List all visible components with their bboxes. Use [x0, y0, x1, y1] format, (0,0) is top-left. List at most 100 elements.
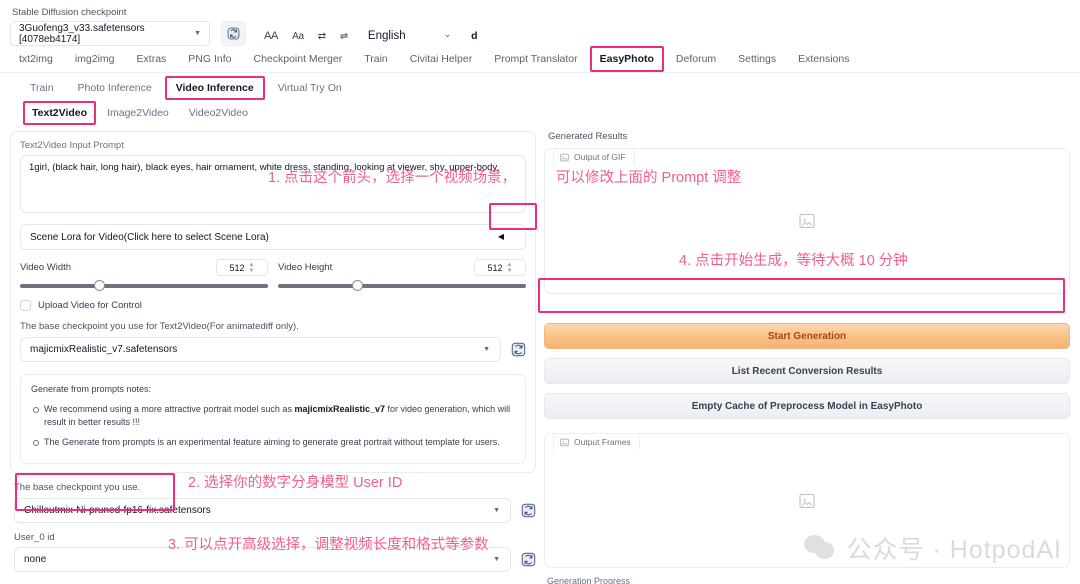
image-icon: [560, 153, 569, 161]
chevron-down-icon: ▼: [493, 556, 500, 563]
easyphoto-app: Stable Diffusion checkpoint 3Guofeng3_v3…: [0, 0, 1080, 584]
tab-settings[interactable]: Settings: [727, 49, 787, 69]
chevron-down-icon: ▼: [493, 507, 500, 514]
video-height-group: Video Height 512 ▲ ▼: [278, 259, 526, 291]
output-frames-tag: Output Frames: [553, 433, 640, 450]
left-column: Text2Video Input Prompt 1girl, (black ha…: [10, 131, 536, 584]
top-toolbar: Stable Diffusion checkpoint 3Guofeng3_v3…: [0, 0, 1080, 46]
easyphoto-sub-tab-bar: Train Photo Inference Video Inference Vi…: [0, 75, 1080, 101]
image-placeholder-icon: [799, 214, 815, 228]
video-height-stepper[interactable]: 512 ▲ ▼: [474, 259, 526, 276]
sub-tab-video-inference[interactable]: Video Inference: [164, 76, 266, 100]
empty-cache-button[interactable]: Empty Cache of Preprocess Model in EasyP…: [544, 393, 1070, 419]
tab-png-info[interactable]: PNG Info: [177, 49, 242, 69]
tab-img2img[interactable]: img2img: [64, 49, 126, 69]
scene-lora-expand-arrow-icon[interactable]: ◀: [479, 227, 523, 246]
video-height-slider[interactable]: [278, 280, 526, 291]
base-checkpoint-hint: The base checkpoint you use.: [14, 482, 141, 493]
video-width-label: Video Width: [20, 262, 72, 273]
font-size-small-icon[interactable]: Aa: [292, 31, 304, 42]
prompt-input[interactable]: 1girl, (black hair, long hair), black ey…: [20, 155, 526, 213]
main-body: Text2Video Input Prompt 1girl, (black ha…: [0, 125, 1080, 584]
video-height-slider-handle[interactable]: [352, 280, 364, 291]
video-tab-image2video[interactable]: Image2Video: [97, 104, 179, 122]
tab-checkpoint-merger[interactable]: Checkpoint Merger: [242, 49, 353, 69]
sub-tab-train[interactable]: Train: [18, 79, 66, 97]
chevron-down-icon: ▼: [194, 30, 201, 37]
tab-txt2img[interactable]: txt2img: [8, 49, 64, 69]
tab-easyphoto[interactable]: EasyPhoto: [589, 46, 665, 72]
refresh-icon: [521, 552, 535, 567]
tab-prompt-translator[interactable]: Prompt Translator: [483, 49, 588, 69]
base-checkpoint-t2v-hint: The base checkpoint you use for Text2Vid…: [20, 321, 299, 332]
base-checkpoint-t2v-select[interactable]: majicmixRealistic_v7.safetensors ▼: [20, 337, 501, 362]
start-generation-button[interactable]: Start Generation: [544, 323, 1070, 349]
base-checkpoint-t2v-value: majicmixRealistic_v7.safetensors: [30, 344, 178, 355]
swap-icon[interactable]: ⇄: [318, 31, 326, 42]
scene-lora-group: Scene Lora for Video(Click here to selec…: [20, 224, 526, 250]
output-gif-box[interactable]: Output of GIF: [544, 148, 1070, 294]
checkpoint-value: 3Guofeng3_v33.safetensors [4078eb4174]: [19, 22, 145, 45]
note-item-2: The Generate from prompts is an experime…: [31, 436, 515, 450]
prompt-label: Text2Video Input Prompt: [20, 140, 124, 151]
video-size-sliders: Video Width 512 ▲ ▼ Video Height 512 ▲ ▼: [20, 259, 526, 291]
base-checkpoint-value: Chilloutmix-Ni-pruned-fp16-fix.safetenso…: [24, 505, 211, 516]
filter-icon[interactable]: ⇌: [340, 31, 348, 42]
d-shortcut-label: d: [471, 30, 478, 42]
refresh-icon: [521, 503, 535, 518]
output-frames-box[interactable]: Output Frames: [544, 433, 1070, 568]
right-column: Generated Results Output of GIF Start Ge…: [544, 131, 1070, 584]
user0-id-value: none: [24, 554, 47, 565]
refresh-checkpoint-button[interactable]: [221, 21, 246, 46]
video-height-value: 512: [487, 262, 503, 273]
checkpoint-select[interactable]: 3Guofeng3_v33.safetensors [4078eb4174] ▼: [10, 21, 210, 46]
user0-id-select[interactable]: none ▼: [14, 547, 511, 572]
upload-video-for-control-row[interactable]: Upload Video for Control: [20, 300, 526, 311]
notes-list: We recommend using a more attractive por…: [31, 403, 515, 450]
main-tab-bar: txt2img img2img Extras PNG Info Checkpoi…: [0, 46, 1080, 73]
video-height-label: Video Height: [278, 262, 333, 273]
video-mode-tab-bar: Text2Video Image2Video Video2Video: [0, 101, 1080, 125]
language-value[interactable]: English: [368, 30, 406, 42]
video-width-value: 512: [229, 262, 245, 273]
sub-tab-virtual-try-on[interactable]: Virtual Try On: [266, 79, 354, 97]
note-1-part-a: We recommend using a more attractive por…: [44, 403, 295, 414]
checkpoint-selector-group: Stable Diffusion checkpoint 3Guofeng3_v3…: [10, 7, 210, 46]
video-width-group: Video Width 512 ▲ ▼: [20, 259, 268, 291]
output-gif-tag: Output of GIF: [553, 148, 635, 165]
tab-extensions[interactable]: Extensions: [787, 49, 860, 69]
video-width-slider-handle[interactable]: [94, 280, 106, 291]
user0-id-row: none ▼: [10, 547, 536, 572]
start-generation-wrap: Start Generation: [544, 323, 1070, 349]
checkpoint-label: Stable Diffusion checkpoint: [12, 7, 127, 18]
chevron-down-icon: ▼: [483, 346, 490, 353]
refresh-user0-id-button[interactable]: [520, 552, 536, 568]
video-tab-video2video[interactable]: Video2Video: [179, 104, 258, 122]
output-frames-tag-label: Output Frames: [574, 437, 631, 447]
tab-train[interactable]: Train: [353, 49, 399, 69]
stepper-arrows-icon: ▲ ▼: [248, 261, 255, 274]
tab-extras[interactable]: Extras: [126, 49, 178, 69]
video-width-stepper[interactable]: 512 ▲ ▼: [216, 259, 268, 276]
list-recent-conversion-results-button[interactable]: List Recent Conversion Results: [544, 358, 1070, 384]
refresh-base-checkpoint-t2v-button[interactable]: [510, 342, 526, 358]
sub-tab-photo-inference[interactable]: Photo Inference: [66, 79, 164, 97]
user0-id-label: User_0 id: [14, 532, 55, 543]
font-size-large-icon[interactable]: AA: [264, 30, 278, 42]
language-chevron-down-icon[interactable]: ⌄: [444, 29, 452, 40]
video-tab-text2video[interactable]: Text2Video: [22, 101, 97, 125]
image-placeholder-glyph: [801, 498, 813, 506]
base-checkpoint-select[interactable]: Chilloutmix-Ni-pruned-fp16-fix.safetenso…: [14, 498, 511, 523]
generated-results-label: Generated Results: [548, 131, 628, 142]
tab-civitai-helper[interactable]: Civitai Helper: [399, 49, 483, 69]
scene-lora-select[interactable]: Scene Lora for Video(Click here to selec…: [20, 224, 526, 250]
refresh-base-checkpoint-button[interactable]: [520, 503, 536, 519]
video-width-slider[interactable]: [20, 280, 268, 291]
upload-video-label: Upload Video for Control: [38, 300, 142, 311]
base-checkpoint-t2v-row: majicmixRealistic_v7.safetensors ▼: [20, 337, 526, 362]
notes-title: Generate from prompts notes:: [31, 384, 152, 394]
note-item-1: We recommend using a more attractive por…: [31, 403, 515, 430]
upload-video-checkbox[interactable]: [20, 300, 31, 311]
refresh-icon: [511, 342, 525, 357]
tab-deforum[interactable]: Deforum: [665, 49, 727, 69]
